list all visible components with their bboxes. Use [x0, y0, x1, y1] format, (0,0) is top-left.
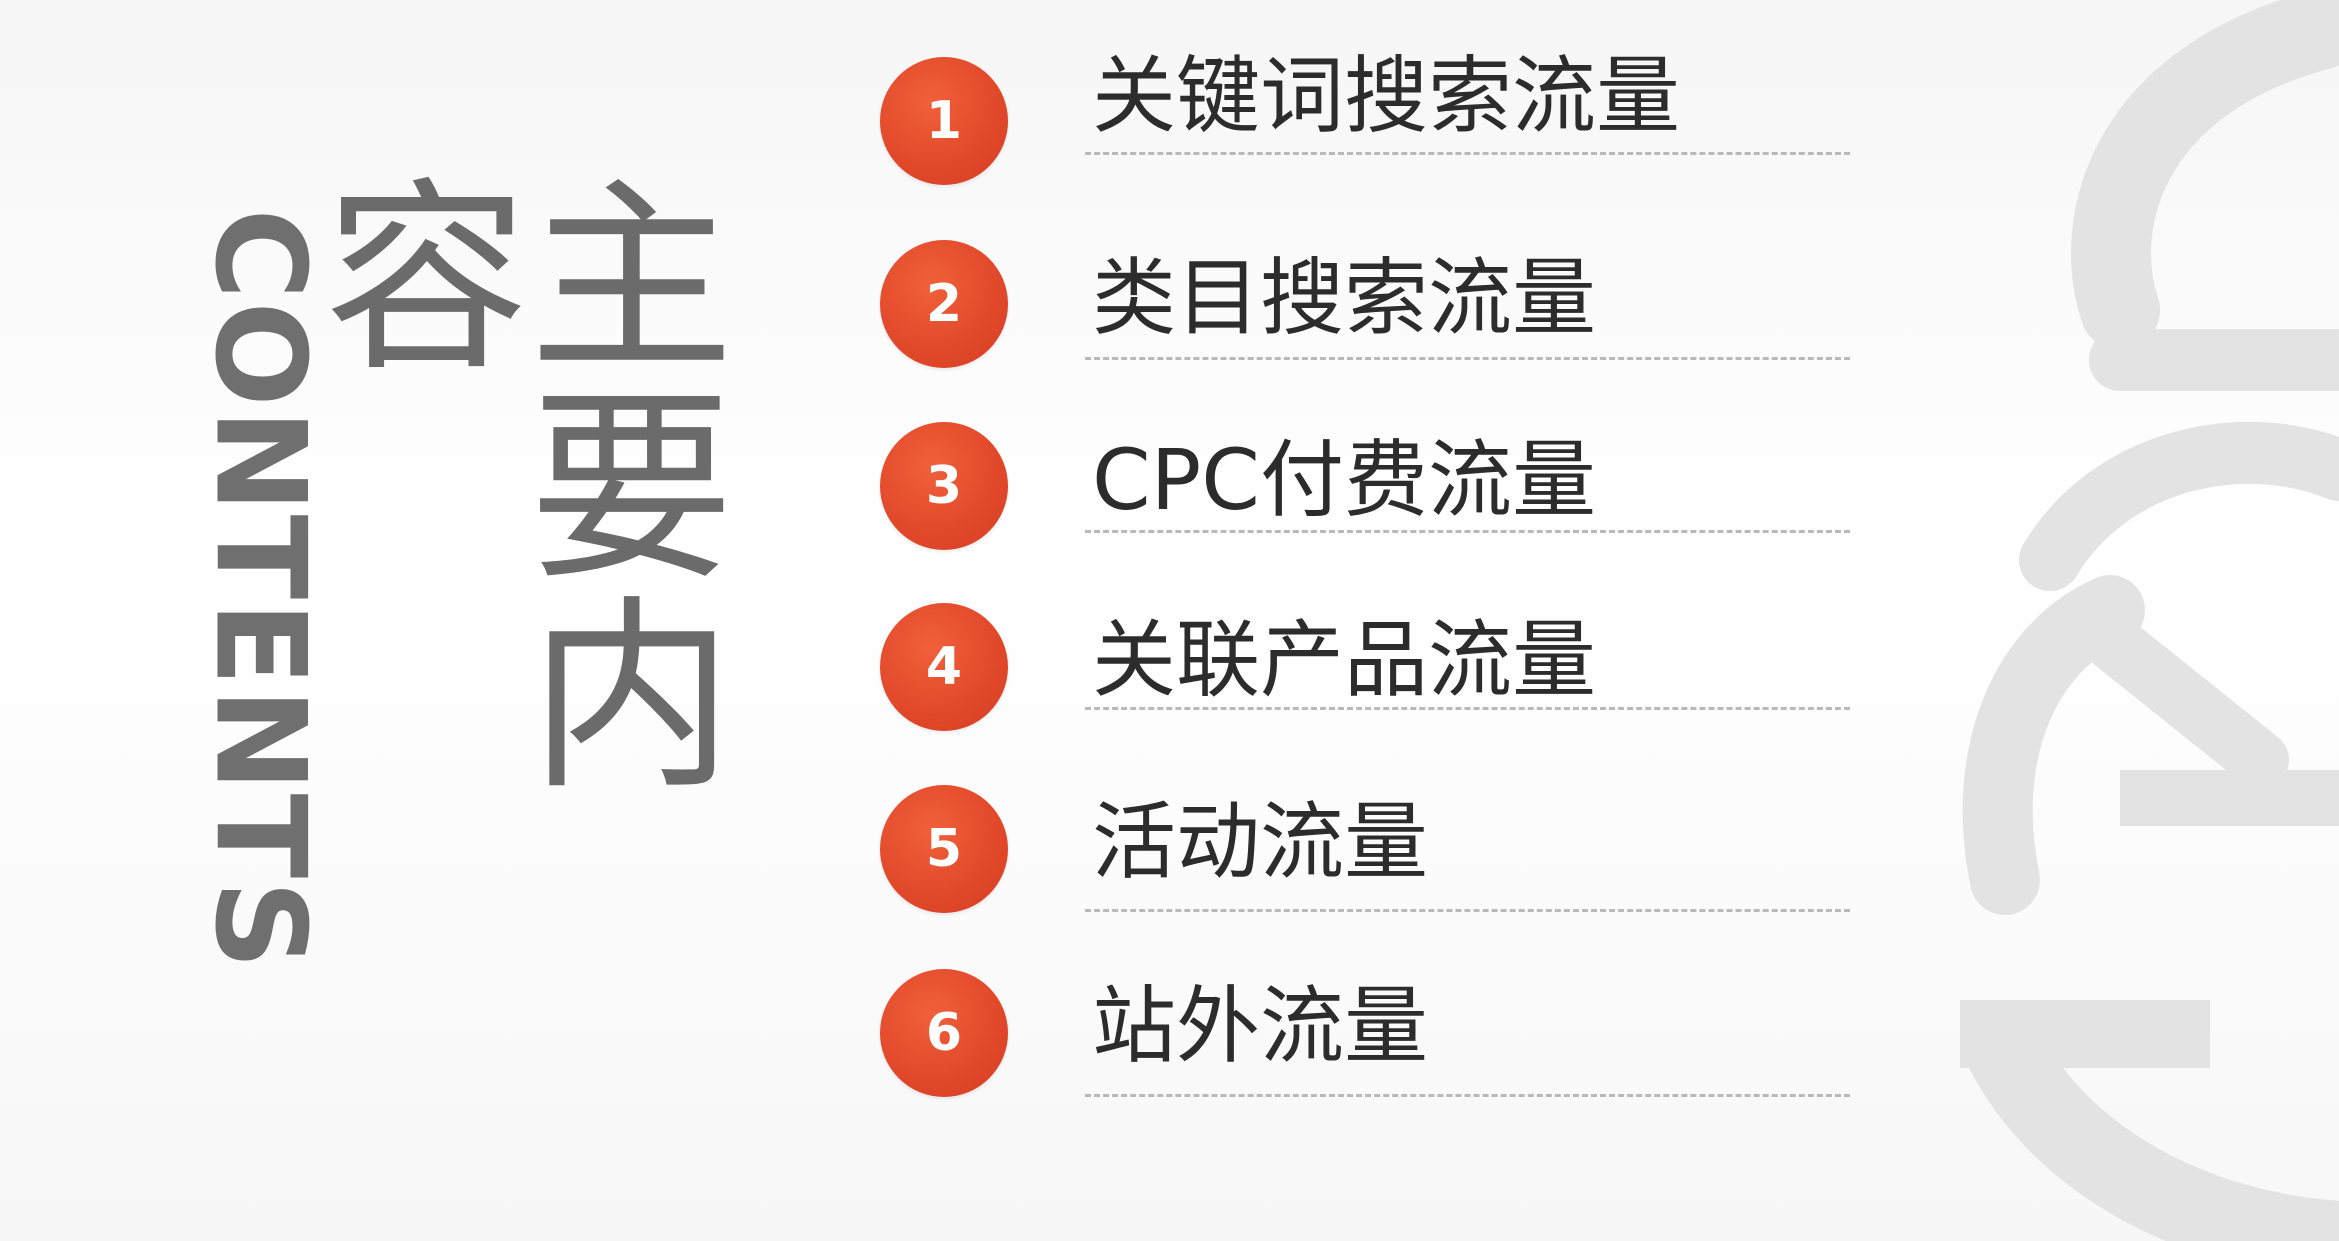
dashed-divider — [1085, 152, 1850, 155]
item-label: 关键词搜索流量 — [1092, 47, 1681, 145]
list-item: 6 站外流量 — [880, 964, 1880, 1124]
item-label: 站外流量 — [1092, 977, 1429, 1075]
list-item: 3 CPC付费流量 — [880, 418, 1880, 578]
dashed-divider — [1085, 357, 1850, 360]
dashed-divider — [1085, 707, 1850, 710]
dashed-divider — [1085, 530, 1850, 533]
contents-title-zh: 主要内容 — [289, 170, 732, 797]
number-badge: 3 — [880, 422, 1008, 550]
list-item: 4 关联产品流量 — [880, 598, 1880, 758]
decorative-seal-icon — [1960, 0, 2339, 1241]
number-badge: 6 — [880, 969, 1008, 1097]
dashed-divider — [1085, 1094, 1850, 1097]
list-item: 2 类目搜索流量 — [880, 236, 1880, 396]
dashed-divider — [1085, 909, 1850, 912]
item-label: 活动流量 — [1092, 793, 1429, 891]
item-label: 类目搜索流量 — [1092, 249, 1597, 347]
list-item: 5 活动流量 — [880, 780, 1880, 940]
number-badge: 5 — [880, 785, 1008, 913]
item-label: CPC付费流量 — [1092, 431, 1596, 529]
number-badge: 4 — [880, 603, 1008, 731]
list-item: 1 关键词搜索流量 — [880, 52, 1880, 212]
slide: CONTENTS 主要内容 1 关键词搜索流量 2 类目搜索流量 3 CPC付费… — [0, 0, 2339, 1241]
number-badge: 2 — [880, 240, 1008, 368]
item-label: 关联产品流量 — [1092, 611, 1597, 709]
number-badge: 1 — [880, 57, 1008, 185]
